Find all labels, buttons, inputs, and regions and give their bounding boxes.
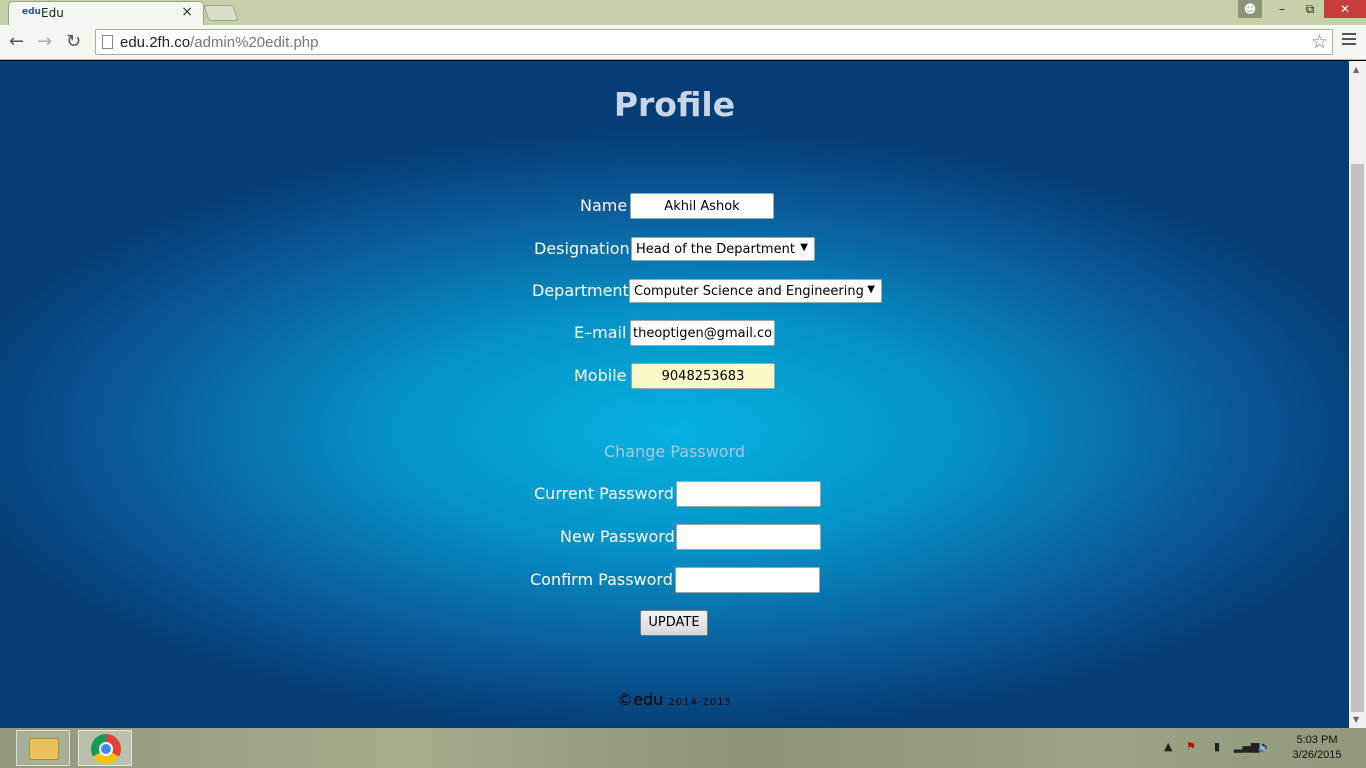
- site-favicon-icon: edu: [22, 7, 41, 17]
- confirm-password-label: Confirm Password: [530, 570, 673, 589]
- vertical-scrollbar[interactable]: ▲ ▼: [1349, 61, 1366, 728]
- reload-icon[interactable]: ↻: [66, 32, 81, 52]
- chevron-down-icon: ▼: [867, 284, 875, 295]
- department-select[interactable]: Computer Science and Engineering ▼: [629, 279, 882, 303]
- tab-title: Edu: [41, 6, 64, 20]
- current-password-label: Current Password: [534, 484, 674, 503]
- user-profile-icon[interactable]: ☻: [1238, 0, 1262, 18]
- battery-icon[interactable]: ▮: [1214, 740, 1220, 753]
- show-hidden-icons[interactable]: ▲: [1164, 740, 1172, 753]
- footer: ©edu 2014-2015: [0, 690, 1349, 709]
- designation-select[interactable]: Head of the Department ▼: [631, 237, 815, 261]
- scroll-down-icon[interactable]: ▼: [1353, 715, 1359, 724]
- mobile-label: Mobile: [574, 366, 627, 385]
- page-title: Profile: [613, 85, 736, 124]
- department-value: Computer Science and Engineering: [634, 284, 864, 299]
- system-clock[interactable]: 5:03 PM 3/26/2015: [1282, 733, 1352, 763]
- department-label: Department: [532, 281, 629, 300]
- volume-icon[interactable]: 🔈: [1258, 740, 1272, 753]
- email-input[interactable]: [630, 320, 775, 346]
- browser-toolbar: ← → ↻ edu.2fh.co/admin%20edit.php ☆: [0, 25, 1366, 60]
- designation-label: Designation: [534, 239, 630, 258]
- new-tab-button[interactable]: [203, 5, 239, 21]
- browser-tab[interactable]: edu Edu ×: [8, 1, 204, 25]
- footer-years: 2014-2015: [668, 697, 732, 708]
- page-viewport: Profile Name Designation Head of the Dep…: [0, 61, 1349, 728]
- restore-button[interactable]: ⧉: [1296, 0, 1324, 18]
- url-text: edu.2fh.co/admin%20edit.php: [120, 34, 319, 51]
- url-path: /admin%20edit.php: [190, 34, 319, 51]
- close-window-button[interactable]: ✕: [1324, 0, 1366, 18]
- minimize-button[interactable]: –: [1268, 0, 1296, 18]
- chevron-down-icon: ▼: [800, 242, 808, 253]
- window-controls: ☻ – ⧉ ✕: [1238, 0, 1366, 20]
- bookmark-star-icon[interactable]: ☆: [1311, 31, 1328, 53]
- designation-value: Head of the Department: [636, 242, 795, 257]
- email-label: E–mail: [574, 323, 627, 342]
- chrome-menu-icon[interactable]: [1342, 33, 1356, 48]
- scroll-up-icon[interactable]: ▲: [1353, 65, 1359, 74]
- footer-brand: ©edu: [617, 690, 664, 709]
- tab-strip: edu Edu × ☻ – ⧉ ✕: [0, 0, 1366, 25]
- name-label: Name: [580, 196, 628, 215]
- chrome-taskbar-button[interactable]: [78, 730, 132, 766]
- current-password-input[interactable]: [676, 481, 821, 507]
- back-arrow-icon[interactable]: ←: [9, 32, 24, 52]
- action-center-flag-icon[interactable]: ⚑: [1186, 740, 1196, 753]
- address-bar[interactable]: edu.2fh.co/admin%20edit.php ☆: [95, 29, 1333, 55]
- clock-time: 5:03 PM: [1296, 734, 1338, 746]
- update-button[interactable]: UPDATE: [640, 610, 708, 636]
- folder-icon: [29, 738, 59, 760]
- page-icon: [102, 35, 113, 49]
- tab-close-icon[interactable]: ×: [181, 4, 193, 20]
- taskbar: ▲ ⚑ ▮ ▂▄▆ 🔈 5:03 PM 3/26/2015: [0, 728, 1366, 768]
- network-signal-icon[interactable]: ▂▄▆: [1234, 740, 1259, 753]
- file-explorer-button[interactable]: [16, 730, 70, 766]
- new-password-input[interactable]: [676, 524, 821, 550]
- new-password-label: New Password: [560, 527, 675, 546]
- chrome-icon: [91, 734, 121, 764]
- clock-date: 3/26/2015: [1292, 749, 1342, 761]
- name-input[interactable]: [630, 193, 774, 219]
- url-host: edu.2fh.co: [120, 34, 191, 51]
- forward-arrow-icon[interactable]: →: [37, 32, 52, 52]
- confirm-password-input[interactable]: [675, 567, 820, 593]
- scrollbar-thumb[interactable]: [1351, 164, 1364, 712]
- mobile-input[interactable]: [631, 363, 775, 389]
- change-password-heading: Change Password: [603, 442, 746, 461]
